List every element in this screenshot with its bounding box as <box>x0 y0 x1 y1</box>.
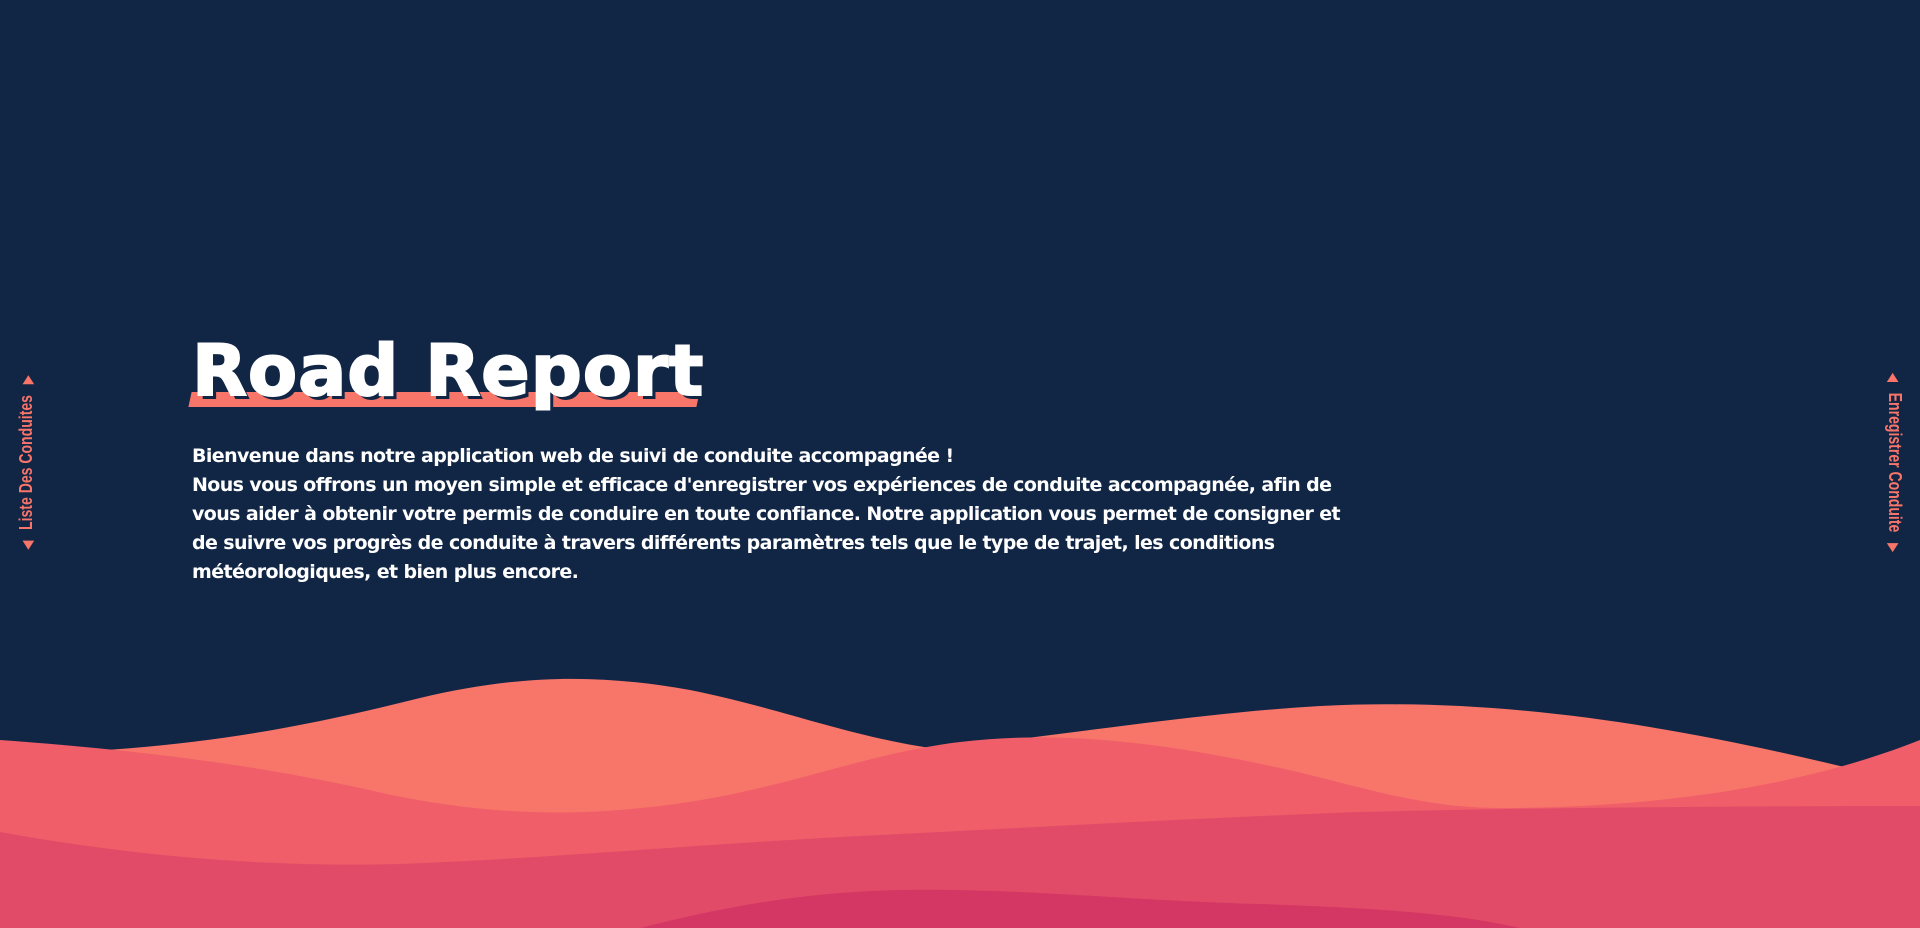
nav-right-label: Enregistrer Conduite <box>1884 392 1905 532</box>
nav-left-label: Liste Des Conduites <box>15 394 36 530</box>
triangle-arrow-icon: ▶ <box>18 375 34 384</box>
nav-right-rotator: ◀ Enregistrer Conduite ▶ <box>1884 348 1905 577</box>
triangle-arrow-icon: ◀ <box>1886 372 1902 382</box>
triangle-arrow-icon: ◀ <box>18 540 34 549</box>
triangle-arrow-icon: ▶ <box>1886 542 1902 552</box>
page-title: Road Report <box>191 330 705 412</box>
decorative-waves <box>0 678 1920 928</box>
intro-line-welcome: Bienvenue dans notre application web de … <box>192 445 954 467</box>
title-wrap: Road Report <box>188 335 704 416</box>
nav-liste-des-conduites[interactable]: ◀ Liste Des Conduites ▶ <box>6 358 46 566</box>
nav-left-rotator: ◀ Liste Des Conduites ▶ <box>16 351 37 574</box>
hero-section: Road Report Bienvenue dans notre applica… <box>188 335 1352 587</box>
nav-right-content: ◀ Enregistrer Conduite ▶ <box>1884 373 1905 551</box>
landing-page: ◀ Liste Des Conduites ▶ ◀ Enregistrer Co… <box>0 0 1920 928</box>
intro-line-description: Nous vous offrons un moyen simple et eff… <box>192 474 1341 583</box>
nav-enregistrer-conduite[interactable]: ◀ Enregistrer Conduite ▶ <box>1874 358 1914 566</box>
nav-left-content: ◀ Liste Des Conduites ▶ <box>16 375 37 549</box>
intro-text: Bienvenue dans notre application web de … <box>192 442 1352 587</box>
